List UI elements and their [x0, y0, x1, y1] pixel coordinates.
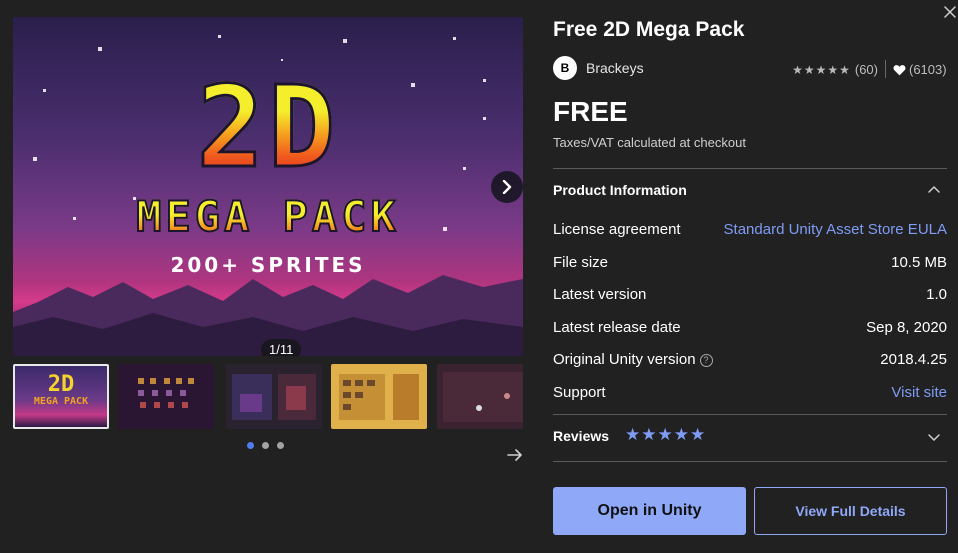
hero-image[interactable]: 2D MEGA PACK 200+ SPRITES 1/11: [13, 17, 523, 356]
next-image-button[interactable]: [491, 171, 523, 203]
favorites[interactable]: (6103): [893, 62, 947, 77]
chevron-right-icon: [502, 180, 512, 194]
rating-summary[interactable]: ★★★★★ (60): [792, 62, 878, 77]
hero-title-2d: 2D: [13, 71, 523, 186]
thumbnail-2-preview: [138, 378, 194, 408]
chevron-up-icon: [928, 186, 940, 193]
image-counter: 1/11: [261, 339, 302, 356]
thumbnail-3-preview: [232, 374, 316, 420]
divider: [553, 461, 947, 462]
tax-note: Taxes/VAT calculated at checkout: [553, 135, 746, 150]
thumbnail-strip: 2D MEGA PACK: [13, 364, 523, 430]
info-value-file-size: 10.5 MB: [891, 254, 947, 271]
open-in-unity-button[interactable]: Open in Unity: [553, 487, 746, 535]
close-icon: [944, 6, 956, 18]
thumbnail-3[interactable]: [226, 364, 322, 429]
info-label-unity-version-text: Original Unity version: [553, 351, 696, 368]
thumbnail-1[interactable]: 2D MEGA PACK: [13, 364, 109, 429]
price: FREE: [553, 96, 628, 127]
help-icon[interactable]: ?: [699, 354, 713, 367]
info-value-unity-version: 2018.4.25: [880, 351, 947, 368]
divider: [553, 414, 947, 415]
favorites-count: (6103): [909, 62, 947, 77]
info-value-release-date: Sep 8, 2020: [866, 319, 947, 336]
publisher-avatar[interactable]: B: [553, 56, 577, 80]
info-label-file-size: File size: [553, 254, 609, 271]
carousel-dot-3[interactable]: [277, 442, 284, 449]
license-link[interactable]: Standard Unity Asset Store EULA: [724, 221, 947, 238]
divider: [553, 168, 947, 169]
view-full-details-button[interactable]: View Full Details: [754, 487, 947, 535]
thumbnail-2[interactable]: [118, 364, 214, 429]
carousel-dots: [247, 442, 284, 449]
info-label-license: License agreement: [553, 221, 681, 238]
product-information-heading[interactable]: Product Information: [553, 182, 687, 198]
product-title: Free 2D Mega Pack: [553, 18, 745, 41]
chevron-down-icon: [928, 434, 940, 441]
heart-icon: [893, 64, 906, 75]
publisher-name[interactable]: Brackeys: [586, 60, 644, 76]
hero-title-mega-pack: MEGA PACK: [13, 193, 523, 241]
thumbnail-title: 2D: [47, 372, 75, 397]
carousel-dot-2[interactable]: [262, 442, 269, 449]
next-thumbnails-button[interactable]: [507, 447, 523, 468]
info-label-release-date: Latest release date: [553, 319, 681, 336]
thumbnail-5-preview: [443, 372, 523, 422]
rating-stars-icon: ★★★★★: [792, 62, 851, 77]
thumbnail-4[interactable]: [331, 364, 427, 429]
support-link[interactable]: Visit site: [891, 384, 947, 401]
hero-subtitle: 200+ SPRITES: [170, 253, 366, 277]
carousel-dot-1[interactable]: [247, 442, 254, 449]
expand-reviews-button[interactable]: [927, 429, 941, 447]
arrow-right-icon: [507, 449, 522, 461]
thumbnail-5[interactable]: [437, 364, 523, 429]
info-label-support: Support: [553, 384, 606, 401]
info-value-latest-version: 1.0: [926, 286, 947, 303]
thumbnail-4-preview: [339, 374, 419, 420]
info-label-unity-version: Original Unity version?: [553, 351, 713, 368]
rating-count: (60): [854, 62, 878, 77]
divider: [885, 60, 886, 78]
close-button[interactable]: [944, 5, 956, 23]
info-label-latest-version: Latest version: [553, 286, 647, 303]
thumbnail-subtitle: MEGA PACK: [33, 396, 89, 407]
reviews-stars-icon: ★★★★★: [625, 425, 707, 444]
reviews-heading[interactable]: Reviews: [553, 428, 609, 444]
collapse-button[interactable]: [927, 182, 941, 200]
